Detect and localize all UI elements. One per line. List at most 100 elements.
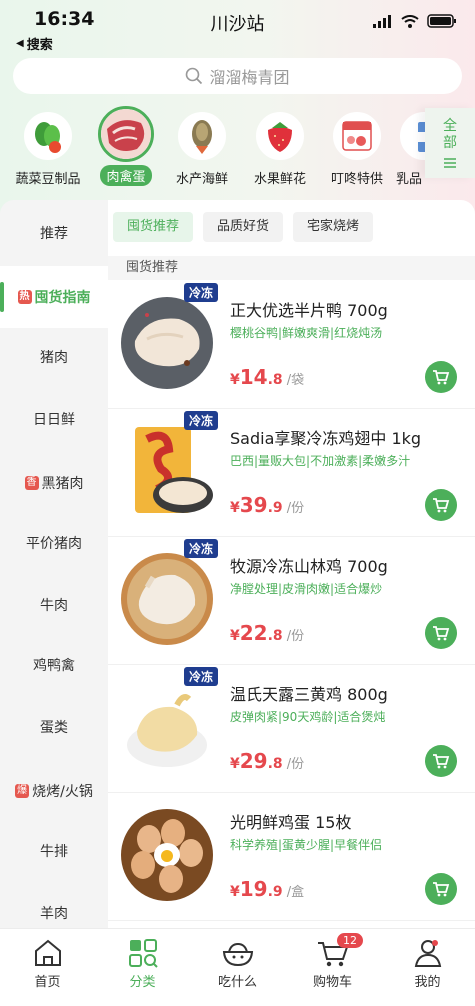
home-icon — [34, 939, 61, 966]
bottom-tab-bar: 首页 分类 吃什么 12 购物车 我的 — [0, 928, 475, 1006]
burst-tag: 爆 — [15, 784, 30, 798]
product-card[interactable]: 光明鲜鸡蛋 15枚 科学养殖|蛋黄少腥|早餐伴侣 ¥19.9 /盒 — [108, 793, 475, 921]
tab-category[interactable]: 分类 — [95, 935, 190, 990]
battery-icon — [427, 14, 456, 28]
tab-cart[interactable]: 12 购物车 — [285, 933, 380, 990]
sidebar-item-label: 日日鲜 — [33, 412, 75, 428]
product-image-mountain-chicken — [117, 547, 217, 647]
product-image-duck — [117, 291, 217, 391]
sidebar-item-steak[interactable]: 牛排 — [0, 820, 108, 882]
sidebar-item-daily-fresh[interactable]: 日日鲜 — [0, 388, 108, 450]
product-name: 正大优选半片鸭 700g — [230, 301, 388, 320]
back-to-search[interactable]: ◀ 搜索 — [16, 34, 53, 53]
cart-count-badge: 12 — [337, 933, 363, 948]
category-vegetables[interactable]: 蔬菜豆制品 — [8, 104, 88, 187]
sidebar-item-label: 推荐 — [40, 226, 68, 242]
category-meat[interactable]: 肉禽蛋 — [86, 104, 166, 186]
add-to-cart-button[interactable] — [425, 617, 457, 649]
strawberry-icon — [256, 112, 304, 160]
status-icons — [373, 14, 457, 28]
frozen-badge: 冷冻 — [184, 283, 219, 302]
sidebar-item-label: 蛋类 — [40, 720, 68, 736]
tab-profile[interactable]: 我的 — [380, 935, 475, 990]
frozen-badge: 冷冻 — [184, 539, 219, 558]
category-label: 水产海鲜 — [175, 172, 228, 187]
sidebar-item-eggs[interactable]: 蛋类 — [0, 696, 108, 758]
category-bar: 蔬菜豆制品 肉禽蛋 水产海鲜 水果鲜花 叮咚特供 乳品 — [0, 104, 475, 199]
chip-home-bbq[interactable]: 宅家烧烤 — [293, 212, 374, 242]
category-label: 肉禽蛋 — [100, 165, 152, 186]
product-card[interactable]: 冷冻 Sadia享聚冷冻鸡翅中 1kg 巴西|量贩大包|不加激素|柔嫩多汁 ¥3… — [108, 409, 475, 537]
wifi-icon — [401, 14, 419, 28]
category-label: 蔬菜豆制品 — [15, 172, 81, 187]
sidebar-item-label: 牛排 — [40, 844, 68, 860]
sidebar-item-label: 猪肉 — [40, 350, 68, 366]
sidebar-item-lamb[interactable]: 羊肉 — [0, 882, 108, 928]
tab-label: 购物车 — [312, 975, 352, 990]
subcategory-sidebar: 推荐 热囤货指南 猪肉 日日鲜 香黑猪肉 平价猪肉 牛肉 鸡鸭禽 蛋类 爆烧烤/… — [0, 200, 108, 928]
product-price: ¥14.8 /袋 — [230, 365, 305, 389]
filter-chips: 囤货推荐 品质好货 宅家烧烤 — [113, 212, 374, 242]
sidebar-item-stock-guide[interactable]: 热囤货指南 — [0, 266, 108, 328]
status-bar: 16:34 川沙站 — [0, 0, 475, 35]
tab-home[interactable]: 首页 — [0, 935, 95, 990]
chip-quality-goods[interactable]: 品质好货 — [203, 212, 284, 242]
sidebar-item-black-pork[interactable]: 香黑猪肉 — [0, 452, 108, 514]
sidebar-item-poultry[interactable]: 鸡鸭禽 — [0, 634, 108, 696]
add-to-cart-button[interactable] — [425, 489, 457, 521]
product-desc: 净膛处理|皮滑肉嫩|适合爆炒 — [230, 582, 383, 596]
category-label: 叮咚特供 — [330, 172, 383, 187]
category-fruit[interactable]: 水果鲜花 — [240, 104, 320, 187]
product-desc: 皮弹肉紧|90天鸡龄|适合煲炖 — [230, 710, 386, 724]
product-desc: 樱桃谷鸭|鲜嫩爽滑|红烧炖汤 — [230, 326, 383, 340]
product-card[interactable]: 冷冻 正大优选半片鸭 700g 樱桃谷鸭|鲜嫩爽滑|红烧炖汤 ¥14.8 /袋 — [108, 281, 475, 409]
bowl-icon — [222, 942, 253, 967]
sidebar-item-bbq-hotpot[interactable]: 爆烧烤/火锅 — [0, 760, 108, 822]
add-to-cart-button[interactable] — [425, 745, 457, 777]
vegetable-icon — [24, 112, 72, 160]
product-price: ¥39.9 /份 — [230, 493, 305, 517]
product-price: ¥22.8 /份 — [230, 621, 305, 645]
sidebar-item-label: 羊肉 — [40, 906, 68, 922]
sidebar-item-recommend[interactable]: 推荐 — [0, 202, 108, 264]
category-special[interactable]: 叮咚特供 — [317, 104, 397, 187]
sidebar-item-cheap-pork[interactable]: 平价猪肉 — [0, 512, 108, 574]
product-card[interactable]: 冷冻 牧源冷冻山林鸡 700g 净膛处理|皮滑肉嫩|适合爆炒 ¥22.8 /份 — [108, 537, 475, 665]
sidebar-item-label: 黑猪肉 — [41, 476, 84, 492]
search-input[interactable]: 溜溜梅青团 — [13, 58, 462, 94]
cart-icon — [433, 626, 450, 641]
sidebar-item-label: 平价猪肉 — [26, 536, 82, 552]
sidebar-item-label: 牛肉 — [40, 598, 68, 614]
meat-icon — [98, 106, 154, 162]
add-to-cart-button[interactable] — [425, 361, 457, 393]
frozen-badge: 冷冻 — [184, 667, 219, 686]
product-name: 温氏天露三黄鸡 800g — [230, 685, 388, 704]
all-categories-button[interactable]: 全 部 — [425, 108, 475, 178]
search-placeholder: 溜溜梅青团 — [209, 68, 290, 87]
category-seafood[interactable]: 水产海鲜 — [162, 104, 242, 187]
product-image-eggs — [117, 803, 217, 903]
product-image-yellow-chicken — [117, 675, 217, 775]
tab-label: 我的 — [414, 975, 441, 990]
sidebar-item-label: 囤货指南 — [34, 290, 91, 306]
product-desc: 巴西|量贩大包|不加激素|柔嫩多汁 — [230, 454, 411, 468]
product-panel: 囤货推荐 品质好货 宅家烧烤 囤货推荐 冷冻 正大优选半片鸭 700g 樱桃谷鸭… — [108, 200, 475, 928]
menu-icon — [444, 158, 456, 168]
tab-label: 吃什么 — [217, 975, 257, 990]
cart-icon — [433, 754, 450, 769]
category-dairy[interactable]: 乳品 — [390, 104, 430, 187]
chip-stock-recommend[interactable]: 囤货推荐 — [113, 212, 194, 242]
tab-label: 首页 — [34, 975, 61, 990]
category-grid-icon — [128, 939, 158, 968]
back-arrow-icon: ◀ — [16, 38, 24, 49]
sidebar-item-label: 鸡鸭禽 — [33, 658, 75, 674]
signal-icon — [373, 14, 391, 28]
sidebar-item-pork[interactable]: 猪肉 — [0, 326, 108, 388]
sidebar-item-beef[interactable]: 牛肉 — [0, 574, 108, 636]
product-price: ¥19.9 /盒 — [230, 877, 305, 901]
product-card[interactable]: 冷冻 温氏天露三黄鸡 800g 皮弹肉紧|90天鸡龄|适合煲炖 ¥29.8 /份 — [108, 665, 475, 793]
tab-what-to-eat[interactable]: 吃什么 — [190, 935, 285, 990]
all-label-line1: 全 — [443, 118, 457, 134]
add-to-cart-button[interactable] — [425, 873, 457, 905]
product-name: 光明鲜鸡蛋 15枚 — [230, 813, 352, 832]
